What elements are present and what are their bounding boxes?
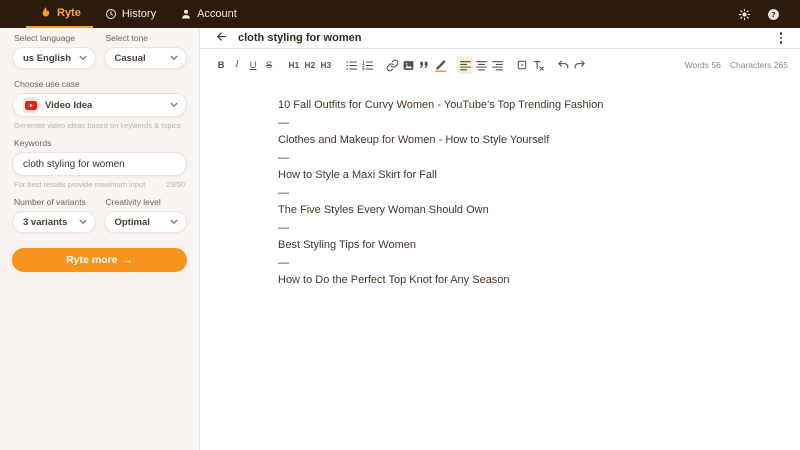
use-case-helper-text: Generate video ideas based on keywords &… [12, 121, 187, 130]
editor-title-line: Clothes and Makeup for Women - How to St… [278, 132, 770, 150]
editor-divider-line: — [278, 255, 770, 273]
heading-3-button[interactable]: H3 [318, 56, 334, 74]
heading-2-button[interactable]: H2 [302, 56, 318, 74]
use-case-select[interactable]: Video Idea [12, 93, 187, 117]
chevron-down-icon [170, 100, 178, 111]
toolbar-group [384, 56, 448, 74]
language-select[interactable]: us English [12, 47, 96, 69]
clear-format-icon-button[interactable] [530, 56, 546, 74]
svg-text:?: ? [771, 9, 775, 18]
toolbar-group [457, 56, 505, 74]
editor-title-line: Best Styling Tips for Women [278, 237, 770, 255]
editor-divider-line: — [278, 220, 770, 238]
help-icon[interactable]: ? [767, 8, 780, 21]
toolbar-group [343, 56, 375, 74]
top-navbar: Ryte History Account ? [0, 0, 800, 28]
ordered-list-icon-button[interactable] [359, 56, 375, 74]
editor-content[interactable]: 10 Fall Outfits for Curvy Women - YouTub… [201, 78, 800, 290]
editor-title-line: How to Do the Perfect Top Knot for Any S… [278, 272, 770, 290]
chevron-down-icon [170, 217, 178, 228]
characters-label: Characters [730, 60, 772, 70]
editor-divider-line: — [278, 185, 770, 203]
bullet-list-icon-button[interactable] [343, 56, 359, 74]
language-label: Select language [12, 33, 96, 43]
clock-icon [105, 8, 117, 20]
creativity-label: Creativity level [104, 197, 188, 207]
blockquote-icon-button[interactable] [416, 56, 432, 74]
app-window: Ryte History Account ? Select la [0, 0, 800, 450]
ryte-more-button[interactable]: Ryte more → [12, 248, 187, 272]
ryte-more-label: Ryte more [66, 254, 117, 266]
toolbar-group: BIUS [213, 56, 277, 74]
variants-label: Number of variants [12, 197, 96, 207]
creativity-select[interactable]: Optimal [104, 211, 188, 233]
chevron-down-icon [170, 53, 178, 64]
editor-divider-line: — [278, 115, 770, 133]
keywords-label: Keywords [12, 138, 187, 148]
navbar-actions: ? [738, 0, 800, 28]
ryte-flame-icon [38, 6, 52, 20]
document-header: cloth styling for women [201, 28, 800, 49]
nav-tab-history[interactable]: History [93, 0, 168, 28]
account-label: Account [197, 8, 237, 20]
theme-toggle-sun-icon[interactable] [738, 8, 751, 21]
editor-title-line: 10 Fall Outfits for Curvy Women - YouTub… [278, 97, 770, 115]
words-value: 56 [711, 60, 720, 70]
document-title: cloth styling for women [238, 32, 361, 44]
toolbar-group [514, 56, 546, 74]
editor-divider-line: — [278, 150, 770, 168]
insert-image-icon-button[interactable] [400, 56, 416, 74]
keywords-helper-text: For best results provide maximum input [14, 180, 145, 189]
variants-value: 3 variants [23, 217, 67, 228]
history-label: History [122, 8, 156, 20]
align-right-icon-button[interactable] [489, 56, 505, 74]
undo-icon-button[interactable] [555, 56, 571, 74]
tone-value: Casual [115, 53, 146, 64]
arrow-left-icon [215, 30, 228, 46]
text-color-icon-button[interactable] [432, 56, 448, 74]
back-button[interactable] [215, 30, 228, 46]
more-options-kebab-icon[interactable] [776, 30, 787, 46]
chevron-down-icon [79, 53, 87, 64]
strikethrough-button[interactable]: S [261, 56, 277, 74]
underline-button[interactable]: U [245, 56, 261, 74]
chevron-down-icon [79, 217, 87, 228]
heading-1-button[interactable]: H1 [286, 56, 302, 74]
use-case-label: Choose use case [12, 79, 187, 89]
main-panel: cloth styling for women BIUS H1H2H3 Words… [201, 28, 800, 450]
align-center-icon-button[interactable] [473, 56, 489, 74]
keywords-char-counter: 23/50 [166, 180, 185, 189]
language-value: us English [23, 53, 71, 64]
words-label: Words [685, 60, 709, 70]
brand-label: Ryte [57, 7, 81, 19]
youtube-icon [23, 97, 39, 113]
bold-button[interactable]: B [213, 56, 229, 74]
toolbar-group [555, 56, 587, 74]
italic-button[interactable]: I [229, 56, 245, 74]
toolbar-group: H1H2H3 [286, 56, 334, 74]
creativity-value: Optimal [115, 217, 150, 228]
editor-title-line: The Five Styles Every Woman Should Own [278, 202, 770, 220]
editor-toolbar: BIUS H1H2H3 Words 56 Characters 265 [201, 49, 800, 78]
user-icon [180, 8, 192, 20]
nav-tab-ryte[interactable]: Ryte [26, 0, 93, 28]
tone-select[interactable]: Casual [104, 47, 188, 69]
word-char-counter: Words 56 Characters 265 [685, 60, 788, 70]
arrow-right-icon: → [122, 254, 133, 266]
keywords-input[interactable] [12, 152, 187, 176]
insert-link-icon-button[interactable] [384, 56, 400, 74]
editor-title-line: How to Style a Maxi Skirt for Fall [278, 167, 770, 185]
sidebar: Select language us English Select tone C… [0, 28, 200, 450]
characters-value: 265 [774, 60, 788, 70]
align-left-icon-button[interactable] [457, 56, 473, 74]
nav-tab-account[interactable]: Account [168, 0, 249, 28]
highlight-color-icon-button[interactable] [514, 56, 530, 74]
redo-icon-button[interactable] [571, 56, 587, 74]
use-case-value: Video Idea [45, 100, 92, 111]
tone-label: Select tone [104, 33, 188, 43]
variants-select[interactable]: 3 variants [12, 211, 96, 233]
